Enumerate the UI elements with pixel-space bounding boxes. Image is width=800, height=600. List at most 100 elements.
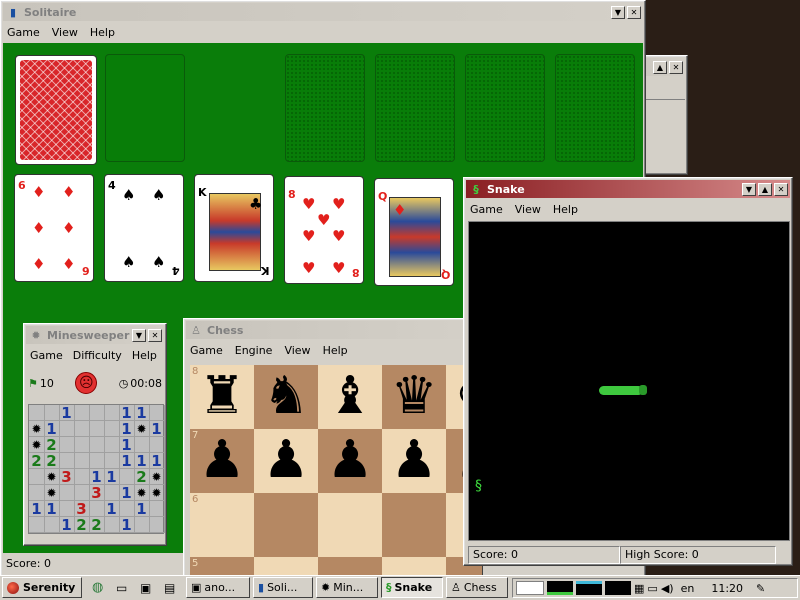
black-pawn-icon[interactable]: ♟: [382, 429, 446, 491]
number-cell[interactable]: 1: [44, 501, 60, 517]
empty-cell[interactable]: [149, 405, 165, 421]
taskbar-button-snake[interactable]: § Snake: [381, 577, 443, 598]
menu-view[interactable]: View: [52, 26, 78, 39]
number-cell[interactable]: 1: [29, 501, 45, 517]
empty-cell[interactable]: [134, 517, 150, 533]
empty-cell[interactable]: [119, 469, 135, 485]
number-cell[interactable]: 2: [44, 453, 60, 469]
quicklaunch-browser[interactable]: ◍: [88, 577, 108, 598]
foundation-1[interactable]: [285, 54, 365, 162]
quicklaunch-files[interactable]: ▭: [112, 577, 132, 598]
number-cell[interactable]: 1: [134, 453, 150, 469]
snake-playfield[interactable]: §: [468, 221, 790, 541]
number-cell[interactable]: 3: [74, 501, 90, 517]
number-cell[interactable]: 1: [119, 437, 135, 453]
number-cell[interactable]: 1: [119, 453, 135, 469]
close-button[interactable]: ✕: [669, 60, 683, 74]
empty-cell[interactable]: [104, 517, 120, 533]
empty-cell[interactable]: [149, 517, 165, 533]
sad-face-icon[interactable]: ☹: [75, 372, 98, 394]
chess-titlebar[interactable]: ♙ Chess: [186, 321, 480, 339]
menu-engine[interactable]: Engine: [235, 344, 273, 357]
number-cell[interactable]: 1: [149, 421, 165, 437]
close-button[interactable]: ✕: [774, 182, 788, 196]
minimize-button[interactable]: ▼: [611, 5, 625, 19]
black-knight-icon[interactable]: ♞: [254, 365, 318, 427]
foundation-4[interactable]: [555, 54, 635, 162]
empty-cell[interactable]: [74, 405, 90, 421]
empty-cell[interactable]: [59, 453, 75, 469]
empty-cell[interactable]: [59, 421, 75, 437]
number-cell[interactable]: 1: [89, 469, 105, 485]
number-cell[interactable]: 3: [59, 469, 75, 485]
square-b6[interactable]: [254, 493, 318, 557]
tableau-card-2[interactable]: 4 4 ♠ ♠ ♠ ♠: [104, 174, 184, 282]
close-button[interactable]: ✕: [627, 5, 641, 19]
foundation-2[interactable]: [375, 54, 455, 162]
foundation-3[interactable]: [465, 54, 545, 162]
empty-cell[interactable]: [104, 421, 120, 437]
black-pawn-icon[interactable]: ♟: [190, 429, 254, 491]
square-d6[interactable]: [382, 493, 446, 557]
empty-cell[interactable]: [59, 485, 75, 501]
empty-cell[interactable]: [104, 405, 120, 421]
snake-window[interactable]: § Snake ▼ ▲ ✕ Game View Help § Score: 0 …: [463, 177, 793, 566]
black-pawn-icon[interactable]: ♟: [254, 429, 318, 491]
mine-cell[interactable]: ✹: [149, 485, 165, 501]
number-cell[interactable]: 3: [89, 485, 105, 501]
number-cell[interactable]: 2: [74, 517, 90, 533]
snake-titlebar[interactable]: § Snake ▼ ▲ ✕: [466, 180, 790, 198]
empty-cell[interactable]: [89, 453, 105, 469]
waste-pile[interactable]: [105, 54, 185, 162]
menu-game[interactable]: Game: [470, 203, 503, 216]
number-cell[interactable]: 1: [44, 421, 60, 437]
black-rook-icon[interactable]: ♜: [190, 365, 254, 427]
mine-cell[interactable]: ✹: [44, 485, 60, 501]
stock-pile[interactable]: [15, 55, 97, 165]
mine-cell[interactable]: ✹: [134, 421, 150, 437]
empty-cell[interactable]: [74, 453, 90, 469]
menu-difficulty[interactable]: Difficulty: [73, 349, 122, 362]
tableau-card-3[interactable]: K K ♣: [194, 174, 274, 282]
minimize-button[interactable]: ▼: [132, 328, 146, 342]
empty-cell[interactable]: [59, 501, 75, 517]
empty-cell[interactable]: [59, 437, 75, 453]
menu-help[interactable]: Help: [90, 26, 115, 39]
number-cell[interactable]: 2: [29, 453, 45, 469]
taskbar-button-solitaire[interactable]: ▮ Soli...: [253, 577, 313, 598]
empty-cell[interactable]: [104, 437, 120, 453]
square-c6[interactable]: [318, 493, 382, 557]
number-cell[interactable]: 1: [134, 501, 150, 517]
chess-window[interactable]: ♙ Chess Game Engine View Help 8 7 6 5 ♜ …: [183, 318, 483, 580]
empty-cell[interactable]: [104, 485, 120, 501]
menu-game[interactable]: Game: [30, 349, 63, 362]
display-icon[interactable]: ▭: [647, 582, 657, 595]
taskbar-button-chess[interactable]: ♙ Chess: [446, 577, 508, 598]
maximize-button[interactable]: ▲: [653, 60, 667, 74]
menu-help[interactable]: Help: [132, 349, 157, 362]
minefield[interactable]: 1 1 1 ✹ 1 1 ✹ 1 ✹ 2 1 2 2 1 1 1 ✹ 3 1 1 2 ✹ ✹ 3 1 ✹ ✹ 1 1 3 1 1 1 2 2 1: [28, 404, 165, 534]
empty-cell[interactable]: [89, 405, 105, 421]
mine-cell[interactable]: ✹: [44, 469, 60, 485]
clock[interactable]: 11:20: [711, 582, 743, 595]
empty-cell[interactable]: [29, 405, 45, 421]
tableau-card-4[interactable]: 8 8 ♥ ♥ ♥ ♥ ♥ ♥ ♥: [284, 176, 364, 284]
empty-cell[interactable]: [89, 501, 105, 517]
keyboard-layout[interactable]: en: [681, 582, 695, 595]
menu-view[interactable]: View: [515, 203, 541, 216]
square-a6[interactable]: [190, 493, 254, 557]
empty-cell[interactable]: [134, 437, 150, 453]
clipboard-icon[interactable]: ▦: [634, 582, 644, 595]
mine-cell[interactable]: ✹: [149, 469, 165, 485]
start-button[interactable]: Serenity: [2, 577, 82, 598]
empty-cell[interactable]: [74, 485, 90, 501]
empty-cell[interactable]: [119, 501, 135, 517]
empty-cell[interactable]: [89, 421, 105, 437]
quicklaunch-terminal[interactable]: ▣: [136, 577, 156, 598]
close-button[interactable]: ✕: [148, 328, 162, 342]
taskbar-button-ano[interactable]: ▣ ano...: [186, 577, 250, 598]
minesweeper-titlebar[interactable]: ✹ Minesweeper ▼ ✕: [26, 326, 164, 344]
menu-game[interactable]: Game: [190, 344, 223, 357]
chess-board[interactable]: 8 7 6 5 ♜ ♞ ♝ ♛ ♚ ♟ ♟ ♟ ♟ ♟: [190, 365, 482, 579]
mine-cell[interactable]: ✹: [29, 437, 45, 453]
